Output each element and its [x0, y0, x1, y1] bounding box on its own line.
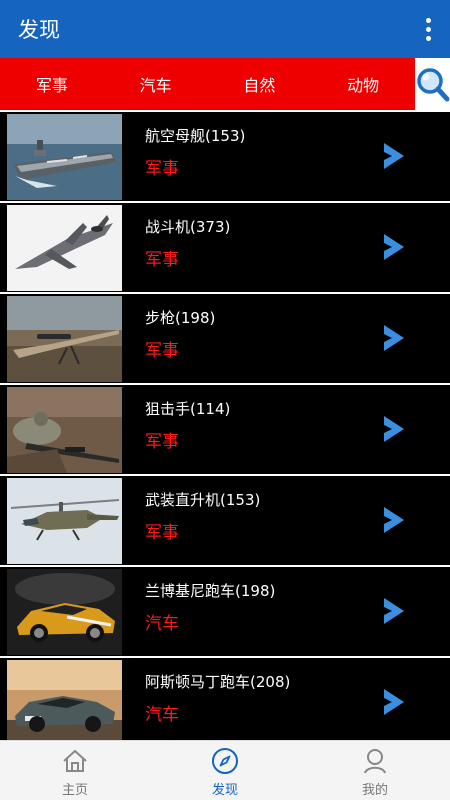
search-icon [417, 68, 450, 102]
chevron-right-icon [384, 507, 404, 533]
tab-animals[interactable]: 动物 [311, 58, 415, 110]
item-title: 武装直升机(153) [145, 491, 261, 509]
topic-list: 航空母舰(153) 军事 战斗机(373) 军事 步枪(198) 军事 狙击手(… [0, 110, 450, 740]
list-item[interactable]: 步枪(198) 军事 [0, 292, 450, 383]
item-category: 汽车 [145, 614, 179, 634]
home-icon [63, 750, 87, 772]
tab-cars[interactable]: 汽车 [104, 58, 208, 110]
sniper-photo [7, 387, 122, 473]
item-title: 狙击手(114) [145, 400, 231, 418]
page-title: 发现 [18, 18, 60, 42]
list-item[interactable]: 狙击手(114) 军事 [0, 383, 450, 474]
list-item[interactable]: 兰博基尼跑车(198) 汽车 [0, 565, 450, 656]
fighter-jet-photo [7, 205, 122, 291]
nav-discover[interactable]: 发现 [150, 741, 300, 800]
chevron-right-icon [384, 234, 404, 260]
nav-home[interactable]: 主页 [0, 741, 150, 800]
nav-label-profile: 我的 [361, 783, 388, 798]
chevron-right-icon [384, 143, 404, 169]
item-title: 航空母舰(153) [145, 127, 246, 145]
nav-profile[interactable]: 我的 [300, 741, 450, 800]
list-item[interactable]: 战斗机(373) 军事 [0, 201, 450, 292]
item-title: 兰博基尼跑车(198) [145, 582, 276, 600]
item-category: 汽车 [145, 705, 179, 725]
item-category: 军事 [145, 341, 179, 361]
chevron-right-icon [384, 689, 404, 715]
chevron-right-icon [384, 325, 404, 351]
aircraft-carrier-photo [7, 114, 122, 200]
compass-icon [212, 748, 238, 774]
person-icon [364, 749, 386, 774]
rifle-photo [7, 296, 122, 382]
nav-label-discover: 发现 [211, 783, 238, 798]
item-title: 战斗机(373) [145, 218, 231, 236]
nav-label-home: 主页 [61, 783, 88, 798]
app-bar: 发现 [0, 0, 450, 58]
item-category: 军事 [145, 159, 179, 179]
attack-helicopter-photo [7, 478, 122, 564]
item-category: 军事 [145, 432, 179, 452]
list-item[interactable]: 武装直升机(153) 军事 [0, 474, 450, 565]
item-title: 阿斯顿马丁跑车(208) [145, 673, 291, 691]
item-category: 军事 [145, 250, 179, 270]
list-item[interactable]: 航空母舰(153) 军事 [0, 110, 450, 201]
category-tabs: 军事 汽车 自然 动物 [0, 58, 415, 110]
aston-martin-photo [7, 660, 122, 740]
category-tab-bar: 军事 汽车 自然 动物 [0, 58, 450, 110]
more-vert-icon[interactable] [406, 0, 450, 58]
chevron-right-icon [384, 416, 404, 442]
search-button[interactable] [414, 64, 450, 104]
item-title: 步枪(198) [145, 309, 216, 327]
bottom-navigation: 主页 发现 我的 [0, 740, 450, 800]
tab-nature[interactable]: 自然 [208, 58, 312, 110]
list-item[interactable]: 阿斯顿马丁跑车(208) 汽车 [0, 656, 450, 740]
tab-military[interactable]: 军事 [0, 58, 104, 110]
item-category: 军事 [145, 523, 179, 543]
lamborghini-photo [7, 569, 122, 655]
chevron-right-icon [384, 598, 404, 624]
